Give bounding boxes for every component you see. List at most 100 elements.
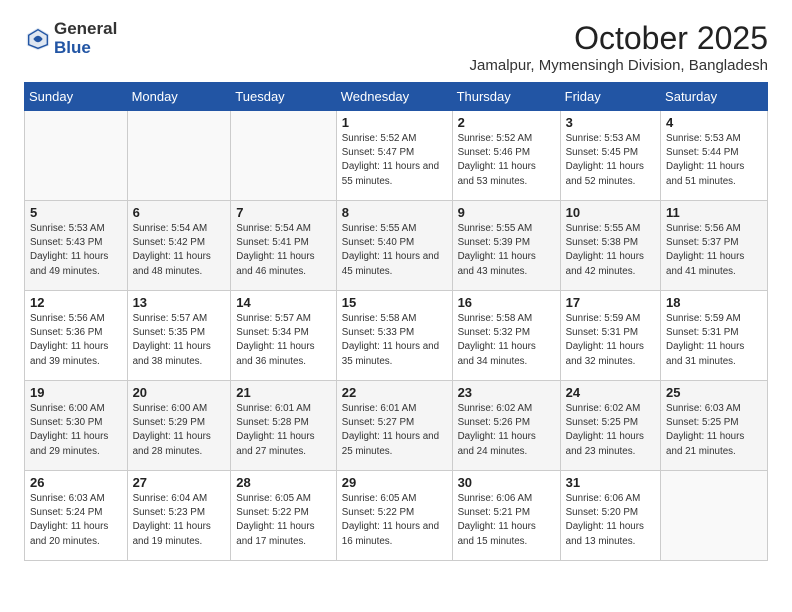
- day-detail: Sunrise: 5:54 AMSunset: 5:42 PMDaylight:…: [133, 223, 211, 277]
- calendar-cell: 21 Sunrise: 6:01 AMSunset: 5:28 PMDayligh…: [231, 381, 336, 471]
- day-number: 9: [458, 205, 555, 220]
- calendar-cell: 12 Sunrise: 5:56 AMSunset: 5:36 PMDayligh…: [25, 291, 128, 381]
- calendar-table: Sunday Monday Tuesday Wednesday Thursday…: [24, 82, 768, 561]
- calendar-cell: 1 Sunrise: 5:52 AMSunset: 5:47 PMDaylight…: [336, 111, 452, 201]
- day-number: 5: [30, 205, 122, 220]
- day-detail: Sunrise: 6:04 AMSunset: 5:23 PMDaylight:…: [133, 493, 211, 547]
- calendar-cell: 13 Sunrise: 5:57 AMSunset: 5:35 PMDayligh…: [127, 291, 231, 381]
- calendar-cell: [661, 471, 768, 561]
- day-number: 12: [30, 295, 122, 310]
- day-detail: Sunrise: 5:52 AMSunset: 5:47 PMDaylight:…: [342, 133, 439, 187]
- day-number: 29: [342, 475, 447, 490]
- calendar-header: Sunday Monday Tuesday Wednesday Thursday…: [25, 83, 768, 111]
- col-monday: Monday: [127, 83, 231, 111]
- col-sunday: Sunday: [25, 83, 128, 111]
- calendar-cell: 29 Sunrise: 6:05 AMSunset: 5:22 PMDayligh…: [336, 471, 452, 561]
- day-detail: Sunrise: 6:06 AMSunset: 5:21 PMDaylight:…: [458, 493, 536, 547]
- day-number: 6: [133, 205, 226, 220]
- calendar-cell: 19 Sunrise: 6:00 AMSunset: 5:30 PMDayligh…: [25, 381, 128, 471]
- calendar-cell: 30 Sunrise: 6:06 AMSunset: 5:21 PMDayligh…: [452, 471, 560, 561]
- day-number: 19: [30, 385, 122, 400]
- calendar-week-5: 26Sunrise: 6:03 AMSunset: 5:24 PMDayligh…: [25, 471, 768, 561]
- day-number: 10: [566, 205, 655, 220]
- day-number: 24: [566, 385, 655, 400]
- calendar-cell: 28 Sunrise: 6:05 AMSunset: 5:22 PMDayligh…: [231, 471, 336, 561]
- day-detail: Sunrise: 5:52 AMSunset: 5:46 PMDaylight:…: [458, 133, 536, 187]
- day-detail: Sunrise: 5:57 AMSunset: 5:34 PMDaylight:…: [236, 313, 314, 367]
- day-detail: Sunrise: 5:57 AMSunset: 5:35 PMDaylight:…: [133, 313, 211, 367]
- day-detail: Sunrise: 5:53 AMSunset: 5:43 PMDaylight:…: [30, 223, 108, 277]
- day-number: 4: [666, 115, 762, 130]
- day-detail: Sunrise: 5:56 AMSunset: 5:36 PMDaylight:…: [30, 313, 108, 367]
- calendar-body: 1 Sunrise: 5:52 AMSunset: 5:47 PMDaylight…: [25, 111, 768, 561]
- calendar-cell: 5 Sunrise: 5:53 AMSunset: 5:43 PMDaylight…: [25, 201, 128, 291]
- day-number: 31: [566, 475, 655, 490]
- day-number: 7: [236, 205, 330, 220]
- day-number: 1: [342, 115, 447, 130]
- calendar-cell: 27 Sunrise: 6:04 AMSunset: 5:23 PMDayligh…: [127, 471, 231, 561]
- calendar-cell: 24 Sunrise: 6:02 AMSunset: 5:25 PMDayligh…: [560, 381, 660, 471]
- day-number: 17: [566, 295, 655, 310]
- header: General Blue October 2025 Jamalpur, Myme…: [24, 20, 768, 74]
- day-detail: Sunrise: 5:55 AMSunset: 5:39 PMDaylight:…: [458, 223, 536, 277]
- day-detail: Sunrise: 5:55 AMSunset: 5:40 PMDaylight:…: [342, 223, 439, 277]
- day-number: 30: [458, 475, 555, 490]
- calendar-cell: 20Sunrise: 6:00 AMSunset: 5:29 PMDayligh…: [127, 381, 231, 471]
- calendar-cell: 17 Sunrise: 5:59 AMSunset: 5:31 PMDayligh…: [560, 291, 660, 381]
- day-number: 16: [458, 295, 555, 310]
- logo-icon: [24, 25, 52, 53]
- calendar-cell: 31 Sunrise: 6:06 AMSunset: 5:20 PMDayligh…: [560, 471, 660, 561]
- day-detail: Sunrise: 5:53 AMSunset: 5:44 PMDaylight:…: [666, 133, 744, 187]
- day-detail: Sunrise: 5:56 AMSunset: 5:37 PMDaylight:…: [666, 223, 744, 277]
- day-detail: Sunrise: 6:02 AMSunset: 5:25 PMDaylight:…: [566, 403, 644, 457]
- logo-blue: Blue: [54, 39, 117, 58]
- header-row: Sunday Monday Tuesday Wednesday Thursday…: [25, 83, 768, 111]
- day-detail: Sunrise: 6:03 AMSunset: 5:25 PMDaylight:…: [666, 403, 744, 457]
- day-detail: Sunrise: 6:01 AMSunset: 5:27 PMDaylight:…: [342, 403, 439, 457]
- day-detail: Sunrise: 5:54 AMSunset: 5:41 PMDaylight:…: [236, 223, 314, 277]
- day-detail: Sunrise: 5:59 AMSunset: 5:31 PMDaylight:…: [566, 313, 644, 367]
- day-number: 21: [236, 385, 330, 400]
- calendar-cell: 14 Sunrise: 5:57 AMSunset: 5:34 PMDayligh…: [231, 291, 336, 381]
- day-detail: Sunrise: 5:59 AMSunset: 5:31 PMDaylight:…: [666, 313, 744, 367]
- day-detail: Sunrise: 6:06 AMSunset: 5:20 PMDaylight:…: [566, 493, 644, 547]
- day-number: 15: [342, 295, 447, 310]
- day-number: 13: [133, 295, 226, 310]
- day-number: 26: [30, 475, 122, 490]
- day-number: 27: [133, 475, 226, 490]
- day-number: 23: [458, 385, 555, 400]
- day-detail: Sunrise: 6:05 AMSunset: 5:22 PMDaylight:…: [342, 493, 439, 547]
- day-detail: Sunrise: 5:53 AMSunset: 5:45 PMDaylight:…: [566, 133, 644, 187]
- day-number: 2: [458, 115, 555, 130]
- calendar-cell: 3Sunrise: 5:53 AMSunset: 5:45 PMDaylight…: [560, 111, 660, 201]
- calendar-cell: 25Sunrise: 6:03 AMSunset: 5:25 PMDayligh…: [661, 381, 768, 471]
- calendar-cell: 15 Sunrise: 5:58 AMSunset: 5:33 PMDayligh…: [336, 291, 452, 381]
- day-number: 22: [342, 385, 447, 400]
- col-tuesday: Tuesday: [231, 83, 336, 111]
- col-saturday: Saturday: [661, 83, 768, 111]
- calendar-week-2: 5 Sunrise: 5:53 AMSunset: 5:43 PMDaylight…: [25, 201, 768, 291]
- month-title: October 2025: [470, 20, 768, 57]
- day-number: 14: [236, 295, 330, 310]
- calendar-cell: 9 Sunrise: 5:55 AMSunset: 5:39 PMDaylight…: [452, 201, 560, 291]
- day-detail: Sunrise: 5:58 AMSunset: 5:33 PMDaylight:…: [342, 313, 439, 367]
- calendar-cell: 7 Sunrise: 5:54 AMSunset: 5:41 PMDaylight…: [231, 201, 336, 291]
- col-wednesday: Wednesday: [336, 83, 452, 111]
- day-detail: Sunrise: 6:02 AMSunset: 5:26 PMDaylight:…: [458, 403, 536, 457]
- day-detail: Sunrise: 6:01 AMSunset: 5:28 PMDaylight:…: [236, 403, 314, 457]
- day-detail: Sunrise: 6:05 AMSunset: 5:22 PMDaylight:…: [236, 493, 314, 547]
- day-detail: Sunrise: 5:58 AMSunset: 5:32 PMDaylight:…: [458, 313, 536, 367]
- title-area: October 2025 Jamalpur, Mymensingh Divisi…: [470, 20, 768, 74]
- day-detail: Sunrise: 6:00 AMSunset: 5:30 PMDaylight:…: [30, 403, 108, 457]
- calendar-cell: 11 Sunrise: 5:56 AMSunset: 5:37 PMDayligh…: [661, 201, 768, 291]
- calendar-week-4: 19 Sunrise: 6:00 AMSunset: 5:30 PMDayligh…: [25, 381, 768, 471]
- calendar-cell: 8 Sunrise: 5:55 AMSunset: 5:40 PMDaylight…: [336, 201, 452, 291]
- day-number: 8: [342, 205, 447, 220]
- logo-text: General Blue: [54, 20, 117, 57]
- col-friday: Friday: [560, 83, 660, 111]
- day-number: 28: [236, 475, 330, 490]
- calendar-cell: [25, 111, 128, 201]
- day-number: 11: [666, 205, 762, 220]
- day-number: 18: [666, 295, 762, 310]
- col-thursday: Thursday: [452, 83, 560, 111]
